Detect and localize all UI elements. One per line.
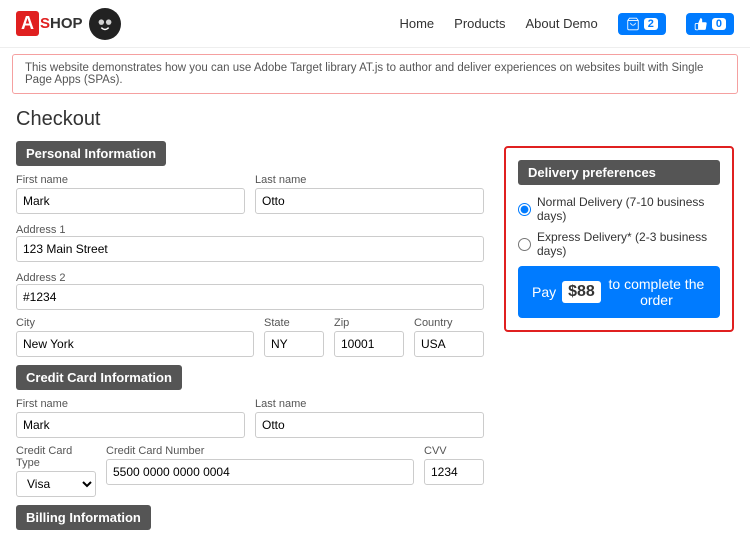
nav: Home Products About Demo 2 0 <box>399 13 734 35</box>
country-col: Country <box>414 317 484 357</box>
card-number-input[interactable] <box>106 459 414 485</box>
cc-last-name-col: Last name <box>255 398 484 438</box>
delivery-header: Delivery preferences <box>518 160 720 185</box>
express-delivery-row: Express Delivery* (2-3 business days) <box>518 230 720 258</box>
credit-card-header: Credit Card Information <box>16 365 182 390</box>
state-label: State <box>264 317 324 329</box>
nav-home[interactable]: Home <box>399 16 434 31</box>
address2-input[interactable] <box>16 284 484 310</box>
logo-shop: S <box>40 15 50 32</box>
address2-label: Address 2 <box>16 272 66 284</box>
zip-input[interactable] <box>334 331 404 357</box>
banner-text: This website demonstrates how you can us… <box>25 62 703 86</box>
country-input[interactable] <box>414 331 484 357</box>
card-number-label: Credit Card Number <box>106 445 414 457</box>
city-col: City <box>16 317 254 357</box>
last-name-input[interactable] <box>255 188 484 214</box>
header: A S HOP Home Products About Demo 2 0 <box>0 0 750 48</box>
city-label: City <box>16 317 254 329</box>
info-banner: This website demonstrates how you can us… <box>12 54 738 94</box>
credit-card-section: Credit Card Information First name Last … <box>16 365 484 497</box>
zip-label: Zip <box>334 317 404 329</box>
nav-about-demo[interactable]: About Demo <box>525 16 597 31</box>
express-delivery-radio[interactable] <box>518 238 531 251</box>
normal-delivery-radio[interactable] <box>518 203 531 216</box>
cc-first-name-col: First name <box>16 398 245 438</box>
logo-a: A <box>16 11 39 36</box>
main-content: Checkout Personal Information First name… <box>0 100 750 546</box>
card-type-col: Credit Card Type Visa Mastercard Amex <box>16 445 96 497</box>
first-name-input[interactable] <box>16 188 245 214</box>
card-number-col: Credit Card Number <box>106 445 414 497</box>
pay-after-text: to complete the order <box>607 276 706 308</box>
cvv-label: CVV <box>424 445 484 457</box>
cc-last-name-label: Last name <box>255 398 484 410</box>
like-button[interactable]: 0 <box>686 13 734 35</box>
state-col: State <box>264 317 324 357</box>
cc-first-name-label: First name <box>16 398 245 410</box>
pay-before-text: Pay <box>532 284 556 300</box>
logo: A S HOP <box>16 8 121 40</box>
address1-label: Address 1 <box>16 224 66 236</box>
country-label: Country <box>414 317 484 329</box>
logo-icon <box>89 8 121 40</box>
delivery-box: Delivery preferences Normal Delivery (7-… <box>504 146 734 332</box>
city-input[interactable] <box>16 331 254 357</box>
card-type-label: Credit Card Type <box>16 445 96 469</box>
cart-button[interactable]: 2 <box>618 13 666 35</box>
cart-count: 2 <box>644 18 658 30</box>
pay-button[interactable]: Pay $88 to complete the order <box>518 266 720 318</box>
billing-header: Billing Information <box>16 505 151 530</box>
personal-info-header: Personal Information <box>16 141 166 166</box>
last-name-col: Last name <box>255 174 484 214</box>
cc-first-name-input[interactable] <box>16 412 245 438</box>
personal-info-section: Personal Information First name Last nam… <box>16 141 484 357</box>
zip-col: Zip <box>334 317 404 357</box>
cc-last-name-input[interactable] <box>255 412 484 438</box>
address1-input[interactable] <box>16 236 484 262</box>
state-input[interactable] <box>264 331 324 357</box>
pay-amount: $88 <box>562 281 601 303</box>
first-name-label: First name <box>16 174 245 186</box>
card-type-select[interactable]: Visa Mastercard Amex <box>16 471 96 497</box>
left-column: Checkout Personal Information First name… <box>16 108 484 538</box>
page-title: Checkout <box>16 108 484 131</box>
logo-hop: HOP <box>50 15 83 32</box>
nav-products[interactable]: Products <box>454 16 505 31</box>
express-delivery-label: Express Delivery* (2-3 business days) <box>537 230 720 258</box>
normal-delivery-label: Normal Delivery (7-10 business days) <box>537 195 720 223</box>
normal-delivery-row: Normal Delivery (7-10 business days) <box>518 195 720 223</box>
last-name-label: Last name <box>255 174 484 186</box>
first-name-col: First name <box>16 174 245 214</box>
right-column: Delivery preferences Normal Delivery (7-… <box>504 108 734 538</box>
cvv-col: CVV <box>424 445 484 497</box>
cvv-input[interactable] <box>424 459 484 485</box>
like-count: 0 <box>712 18 726 30</box>
